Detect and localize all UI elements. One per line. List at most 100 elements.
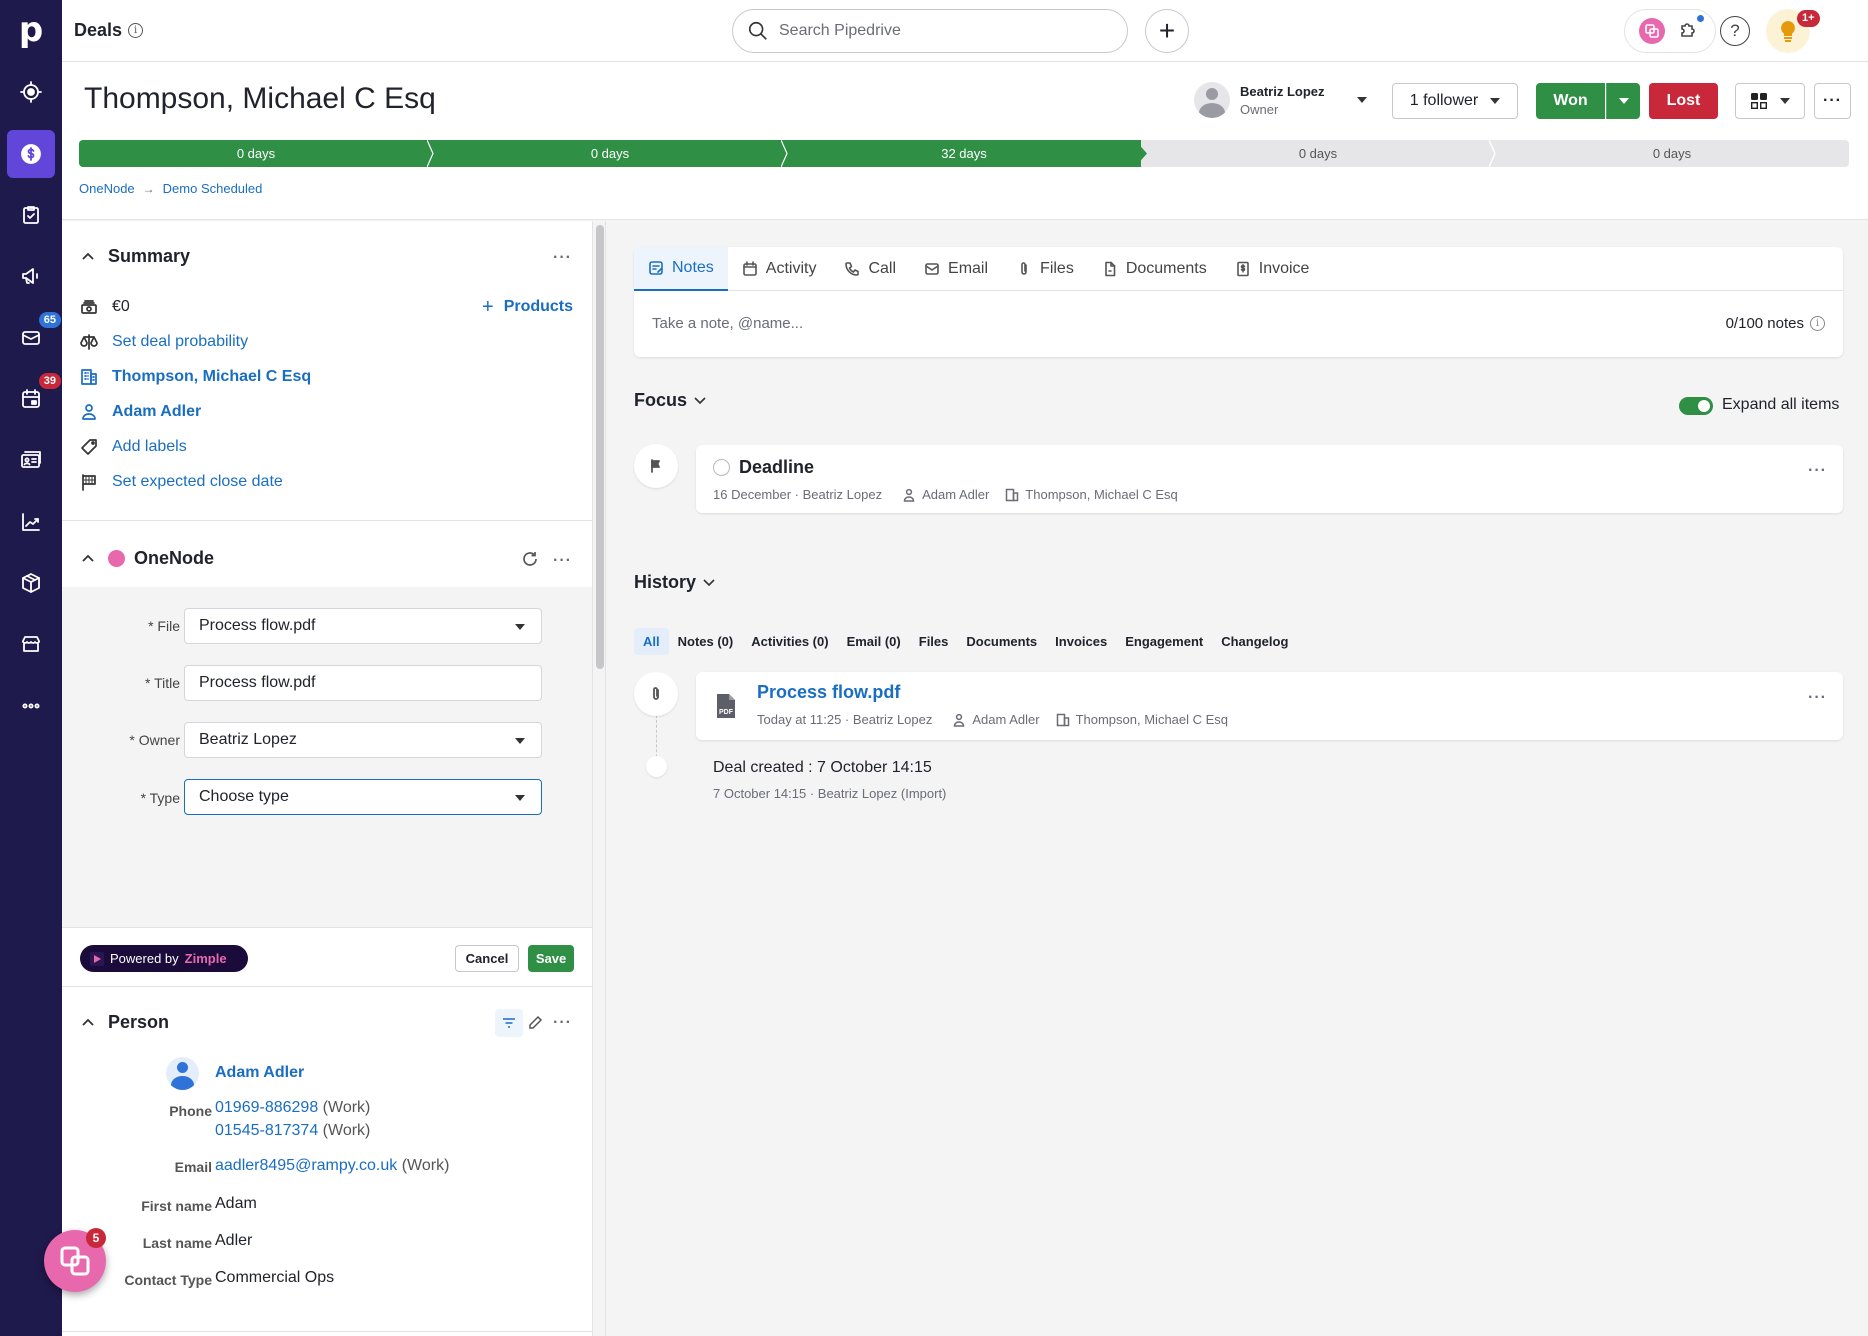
quick-add-button[interactable]: + — [1145, 9, 1189, 53]
focus-toggle[interactable]: Focus — [634, 390, 707, 411]
summary-header[interactable]: Summary — [62, 226, 592, 286]
labels-row: Add labels — [80, 438, 187, 456]
owner-select[interactable]: Beatriz Lopez — [184, 722, 542, 758]
sidebar-item-products[interactable] — [7, 559, 55, 607]
organization-link[interactable]: Thompson, Michael C Esq — [112, 368, 311, 386]
history-filter-changelog[interactable]: Changelog — [1212, 628, 1297, 655]
save-button[interactable]: Save — [528, 945, 574, 972]
edit-pencil-icon[interactable] — [527, 1015, 543, 1031]
sidebar-item-campaigns[interactable] — [7, 252, 55, 300]
owner-selector[interactable]: Beatriz Lopez Owner — [1194, 82, 1367, 118]
mark-done-checkbox[interactable] — [713, 459, 730, 476]
person-more-icon[interactable]: ··· — [553, 1015, 572, 1031]
tab-invoice[interactable]: Invoice — [1221, 247, 1324, 291]
tab-activity[interactable]: Activity — [728, 247, 831, 291]
file-name-link[interactable]: Process flow.pdf — [757, 682, 900, 703]
history-filter-notes[interactable]: Notes (0) — [669, 628, 743, 655]
pipeline-stage[interactable]: 0 days — [1495, 140, 1849, 167]
set-close-date-link[interactable]: Set expected close date — [112, 473, 283, 491]
focus-item-more-icon[interactable]: ··· — [1808, 463, 1827, 479]
sidebar-item-marketplace[interactable] — [7, 620, 55, 668]
history-filter-files[interactable]: Files — [910, 628, 958, 655]
expand-all-toggle[interactable] — [1679, 397, 1713, 415]
person-link[interactable]: Adam Adler — [112, 403, 201, 421]
last-name-value[interactable]: Adler — [215, 1232, 252, 1250]
sidebar-item-insights[interactable] — [7, 498, 55, 546]
deal-title[interactable]: Thompson, Michael C Esq — [84, 82, 436, 116]
history-file-card[interactable]: PDF Process flow.pdf Today at 11:25 · Be… — [696, 672, 1843, 740]
person-name-link[interactable]: Adam Adler — [215, 1064, 304, 1082]
info-icon[interactable]: i — [1810, 316, 1825, 331]
powered-by-zimple-badge[interactable]: Powered by Zimple — [80, 945, 248, 972]
history-filter-documents[interactable]: Documents — [957, 628, 1046, 655]
help-button[interactable]: ? — [1720, 16, 1750, 46]
sidebar-item-calendar[interactable]: 39 — [7, 373, 61, 423]
file-item-person[interactable]: Adam Adler — [972, 712, 1039, 727]
title-input[interactable]: Process flow.pdf — [184, 665, 542, 701]
filter-fields-button[interactable] — [495, 1009, 523, 1037]
set-probability-link[interactable]: Set deal probability — [112, 333, 248, 351]
history-toggle[interactable]: History — [634, 572, 716, 593]
add-products-button[interactable]: + Products — [482, 297, 573, 317]
onenode-header[interactable]: OneNode — [62, 528, 592, 588]
timeline-file-marker — [634, 672, 678, 716]
sidebar-item-activities[interactable] — [7, 191, 55, 239]
focus-item-title[interactable]: Deadline — [739, 457, 814, 478]
note-input[interactable] — [652, 315, 1352, 332]
add-labels-link[interactable]: Add labels — [112, 438, 187, 456]
sidebar-item-leads[interactable] — [7, 68, 55, 116]
sidebar-item-more[interactable] — [7, 682, 55, 730]
sidebar-item-contacts[interactable] — [7, 436, 55, 484]
phone-link[interactable]: 01545-817374 — [215, 1122, 318, 1139]
pipedrive-logo[interactable]: p — [0, 10, 62, 50]
view-switch-button[interactable] — [1735, 83, 1805, 119]
info-icon[interactable]: i — [128, 23, 144, 38]
refresh-icon[interactable] — [521, 550, 539, 568]
first-name-value[interactable]: Adam — [215, 1195, 257, 1213]
pipeline-stage[interactable]: 0 days — [79, 140, 439, 167]
arrow-right-icon: → — [142, 181, 155, 196]
summary-more-icon[interactable]: ··· — [553, 250, 572, 266]
cancel-button[interactable]: Cancel — [455, 945, 519, 972]
followers-button[interactable]: 1 follower — [1392, 83, 1518, 119]
file-item-more-icon[interactable]: ··· — [1808, 690, 1827, 706]
file-item-org[interactable]: Thompson, Michael C Esq — [1076, 712, 1228, 727]
left-panel-scrollbar[interactable] — [592, 221, 606, 1336]
won-button[interactable]: Won — [1536, 83, 1605, 119]
deal-value[interactable]: €0 — [112, 298, 130, 316]
history-filter-invoices[interactable]: Invoices — [1046, 628, 1116, 655]
sidebar-item-mail[interactable]: 65 — [7, 312, 61, 362]
history-filter-engagement[interactable]: Engagement — [1116, 628, 1212, 655]
lost-button[interactable]: Lost — [1649, 83, 1718, 119]
more-actions-button[interactable]: ··· — [1814, 83, 1851, 119]
type-select[interactable]: Choose type — [184, 779, 542, 815]
tab-call[interactable]: Call — [830, 247, 910, 291]
scrollbar-thumb[interactable] — [596, 225, 604, 669]
focus-item-org[interactable]: Thompson, Michael C Esq — [1025, 487, 1177, 502]
sidebar-item-deals[interactable] — [7, 130, 55, 178]
tab-documents[interactable]: Documents — [1088, 247, 1221, 291]
breadcrumb-stage[interactable]: Demo Scheduled — [163, 181, 263, 196]
tab-notes[interactable]: Notes — [634, 247, 728, 291]
focus-item-person[interactable]: Adam Adler — [922, 487, 989, 502]
history-filter-activities[interactable]: Activities (0) — [742, 628, 837, 655]
history-filter-email[interactable]: Email (0) — [838, 628, 910, 655]
tab-email[interactable]: Email — [910, 247, 1002, 291]
breadcrumb-pipeline[interactable]: OneNode — [79, 181, 135, 196]
phone-link[interactable]: 01969-886298 — [215, 1099, 318, 1116]
marketplace-apps-button[interactable] — [1677, 15, 1704, 45]
pipeline-stage[interactable]: 0 days — [1141, 140, 1496, 167]
tab-files[interactable]: Files — [1002, 247, 1088, 291]
contact-type-value[interactable]: Commercial Ops — [215, 1269, 334, 1287]
onenode-app-button[interactable] — [1639, 18, 1665, 44]
search-bar[interactable] — [732, 9, 1128, 53]
focus-item-card[interactable]: Deadline 16 December · Beatriz Lopez Ada… — [696, 445, 1843, 513]
history-filter-all[interactable]: All — [634, 628, 669, 655]
pipeline-stage[interactable]: 0 days — [433, 140, 793, 167]
search-input[interactable] — [779, 22, 1099, 40]
pipeline-stage[interactable]: 32 days — [787, 140, 1147, 167]
won-options-button[interactable] — [1606, 83, 1640, 119]
email-link[interactable]: aadler8495@rampy.co.uk — [215, 1157, 397, 1174]
onenode-more-icon[interactable]: ··· — [553, 553, 572, 569]
file-select[interactable]: Process flow.pdf — [184, 608, 542, 644]
